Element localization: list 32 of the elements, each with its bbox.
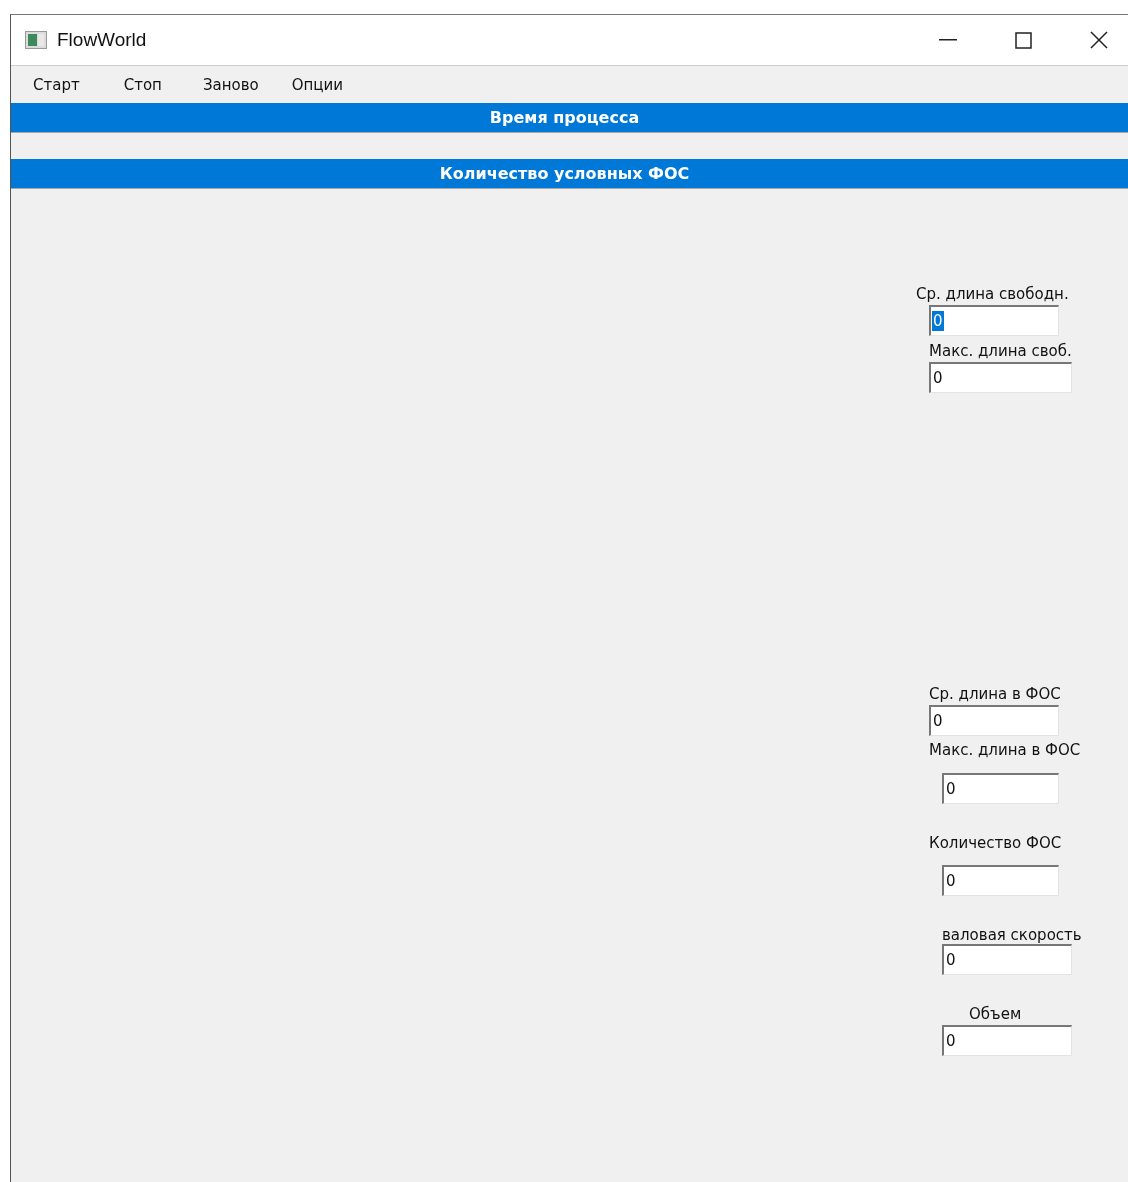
menu-item[interactable]: Опции <box>279 75 355 94</box>
field-label: Макс. длина своб. <box>929 342 1072 360</box>
field-value: 0 <box>945 779 957 799</box>
field-value: 0 <box>932 368 944 388</box>
input-field[interactable]: 0 <box>929 705 1059 736</box>
input-field[interactable]: 0 <box>942 944 1072 975</box>
field-label: Ср. длина в ФОС <box>929 685 1061 703</box>
input-field[interactable]: 0 <box>942 773 1059 804</box>
field-label: Объем <box>969 1005 1022 1023</box>
field-value: 0 <box>945 950 957 970</box>
field-value: 0 <box>932 311 944 331</box>
app-icon <box>25 31 47 49</box>
field-label: Количество ФОС <box>929 834 1062 852</box>
header-bar: Время процесса <box>11 103 1128 133</box>
menu-item[interactable]: Заново <box>190 75 271 94</box>
minimize-icon[interactable] <box>939 39 957 41</box>
input-field[interactable]: 0 <box>942 865 1059 896</box>
header-bar: Количество условных ФОС <box>11 159 1128 189</box>
input-field[interactable]: 0 <box>929 305 1059 336</box>
menu-item[interactable]: Стоп <box>111 75 174 94</box>
field-label: валовая скорость <box>942 926 1082 944</box>
maximize-icon[interactable] <box>1015 31 1032 49</box>
close-icon[interactable] <box>1090 31 1108 49</box>
field-value: 0 <box>932 711 944 731</box>
menu-item[interactable]: Старт <box>21 75 92 94</box>
input-field[interactable]: 0 <box>942 1025 1072 1056</box>
window-title: FlowWorld <box>57 29 147 51</box>
field-value: 0 <box>945 1031 957 1051</box>
field-value: 0 <box>945 871 957 891</box>
field-label: Ср. длина свободн. <box>916 285 1069 303</box>
field-label: Макс. длина в ФОС <box>929 741 1081 759</box>
input-field[interactable]: 0 <box>929 362 1072 393</box>
